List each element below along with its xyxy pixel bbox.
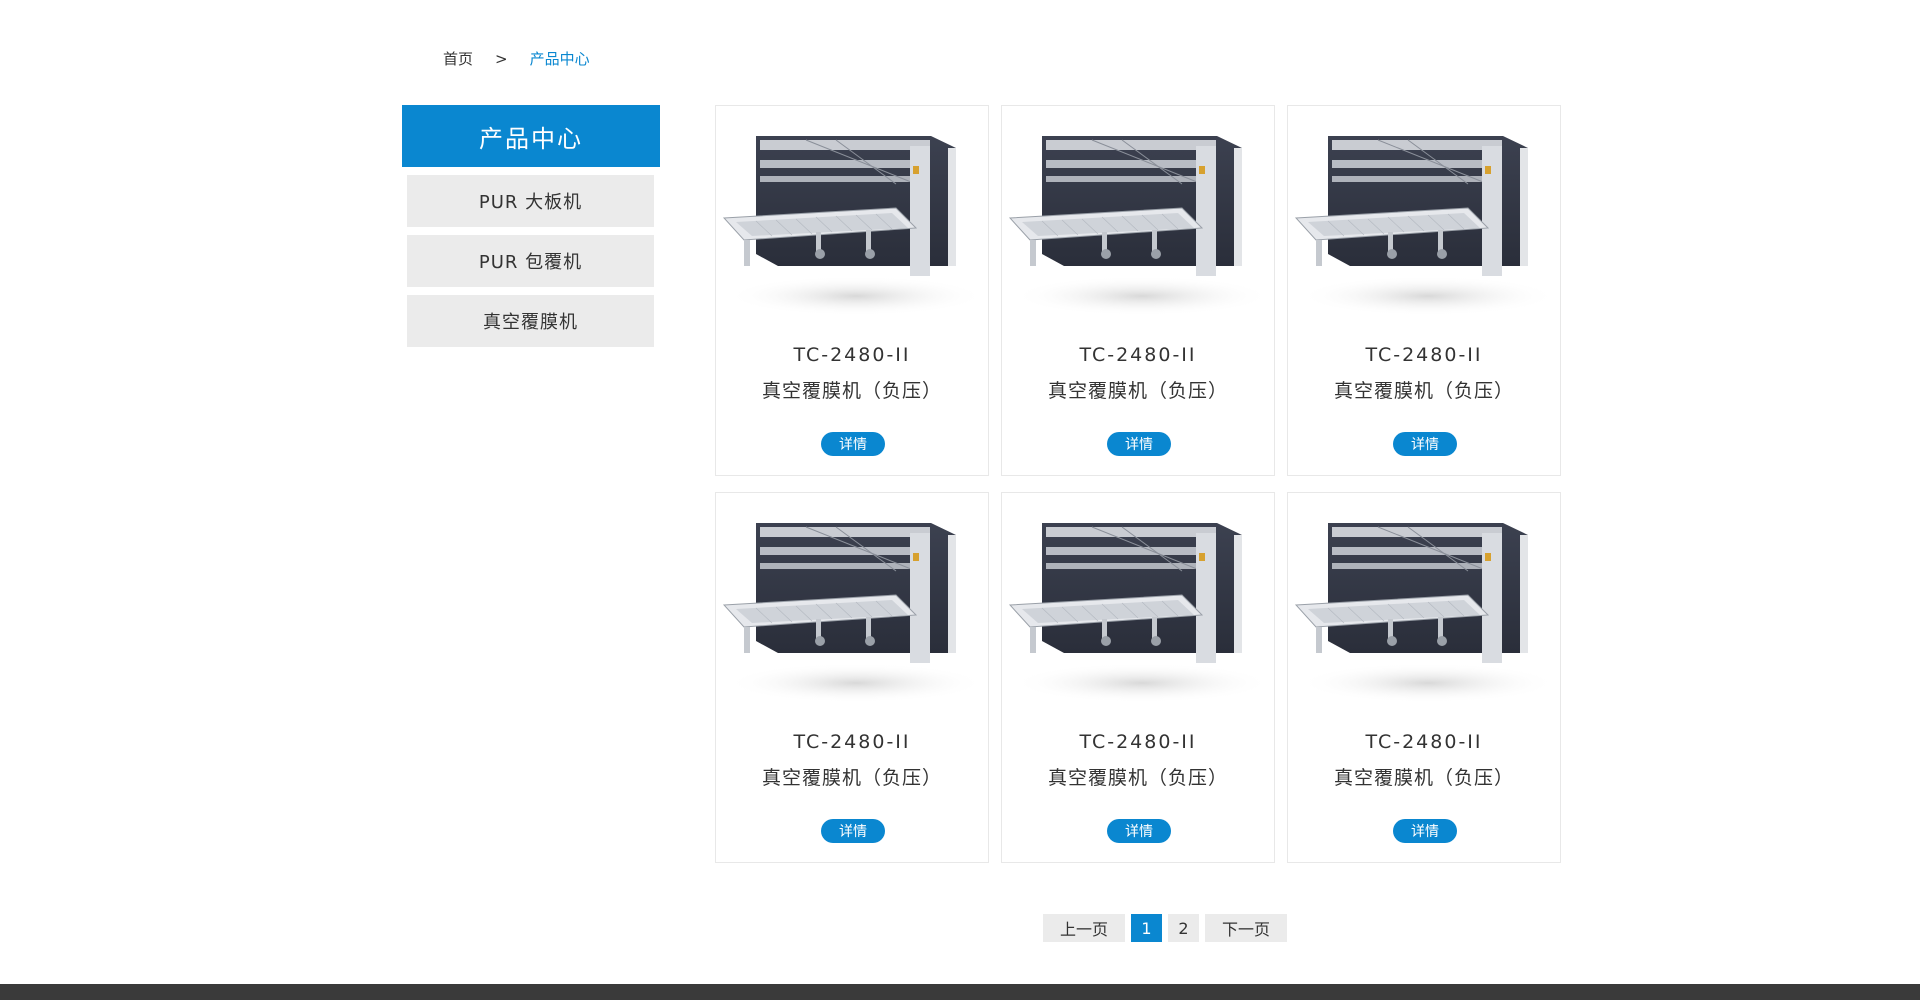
product-name: 真空覆膜机（负压） bbox=[1047, 380, 1228, 402]
product-model: TC-2480-II bbox=[1079, 344, 1197, 366]
product-card[interactable]: TC-2480-II 真空覆膜机（负压） 详情 bbox=[1287, 492, 1561, 863]
product-image[interactable] bbox=[1002, 106, 1276, 321]
product-image[interactable] bbox=[1002, 493, 1276, 708]
product-name: 真空覆膜机（负压） bbox=[761, 767, 942, 789]
sidebar: 产品中心 PUR 大板机 PUR 包覆机 真空覆膜机 bbox=[402, 105, 660, 347]
product-name: 真空覆膜机（负压） bbox=[761, 380, 942, 402]
product-model: TC-2480-II bbox=[1365, 344, 1483, 366]
footer-bar bbox=[0, 984, 1920, 1000]
product-image[interactable] bbox=[1288, 106, 1562, 321]
product-name: 真空覆膜机（负压） bbox=[1333, 767, 1514, 789]
product-model: TC-2480-II bbox=[1365, 731, 1483, 753]
breadcrumb-home-link[interactable]: 首页 bbox=[443, 48, 473, 69]
sidebar-title: 产品中心 bbox=[402, 105, 660, 167]
breadcrumb-separator: > bbox=[495, 49, 508, 68]
product-card[interactable]: TC-2480-II 真空覆膜机（负压） 详情 bbox=[1001, 492, 1275, 863]
product-model: TC-2480-II bbox=[1079, 731, 1197, 753]
prev-page-button[interactable]: 上一页 bbox=[1043, 914, 1125, 942]
product-image[interactable] bbox=[1288, 493, 1562, 708]
product-model: TC-2480-II bbox=[793, 731, 911, 753]
details-button[interactable]: 详情 bbox=[1393, 819, 1457, 843]
product-card[interactable]: TC-2480-II 真空覆膜机（负压） 详情 bbox=[715, 105, 989, 476]
product-card[interactable]: TC-2480-II 真空覆膜机（负压） 详情 bbox=[715, 492, 989, 863]
product-model: TC-2480-II bbox=[793, 344, 911, 366]
details-button[interactable]: 详情 bbox=[1107, 819, 1171, 843]
product-image[interactable] bbox=[716, 493, 990, 708]
sidebar-item-pur-wrapping[interactable]: PUR 包覆机 bbox=[407, 235, 654, 287]
page-2-button[interactable]: 2 bbox=[1168, 914, 1199, 942]
breadcrumb: 首页 > 产品中心 bbox=[443, 48, 590, 69]
pagination: 上一页 1 2 下一页 bbox=[1043, 914, 1287, 942]
product-name: 真空覆膜机（负压） bbox=[1333, 380, 1514, 402]
details-button[interactable]: 详情 bbox=[821, 819, 885, 843]
details-button[interactable]: 详情 bbox=[821, 432, 885, 456]
page-1-button[interactable]: 1 bbox=[1131, 914, 1162, 942]
product-card[interactable]: TC-2480-II 真空覆膜机（负压） 详情 bbox=[1001, 105, 1275, 476]
product-name: 真空覆膜机（负压） bbox=[1047, 767, 1228, 789]
next-page-button[interactable]: 下一页 bbox=[1205, 914, 1287, 942]
details-button[interactable]: 详情 bbox=[1393, 432, 1457, 456]
sidebar-item-pur-panel[interactable]: PUR 大板机 bbox=[407, 175, 654, 227]
product-image[interactable] bbox=[716, 106, 990, 321]
breadcrumb-current-link[interactable]: 产品中心 bbox=[530, 48, 590, 69]
details-button[interactable]: 详情 bbox=[1107, 432, 1171, 456]
product-card[interactable]: TC-2480-II 真空覆膜机（负压） 详情 bbox=[1287, 105, 1561, 476]
product-grid: TC-2480-II 真空覆膜机（负压） 详情 TC-2480-II 真空覆膜机… bbox=[715, 105, 1563, 863]
sidebar-item-vacuum-laminator[interactable]: 真空覆膜机 bbox=[407, 295, 654, 347]
